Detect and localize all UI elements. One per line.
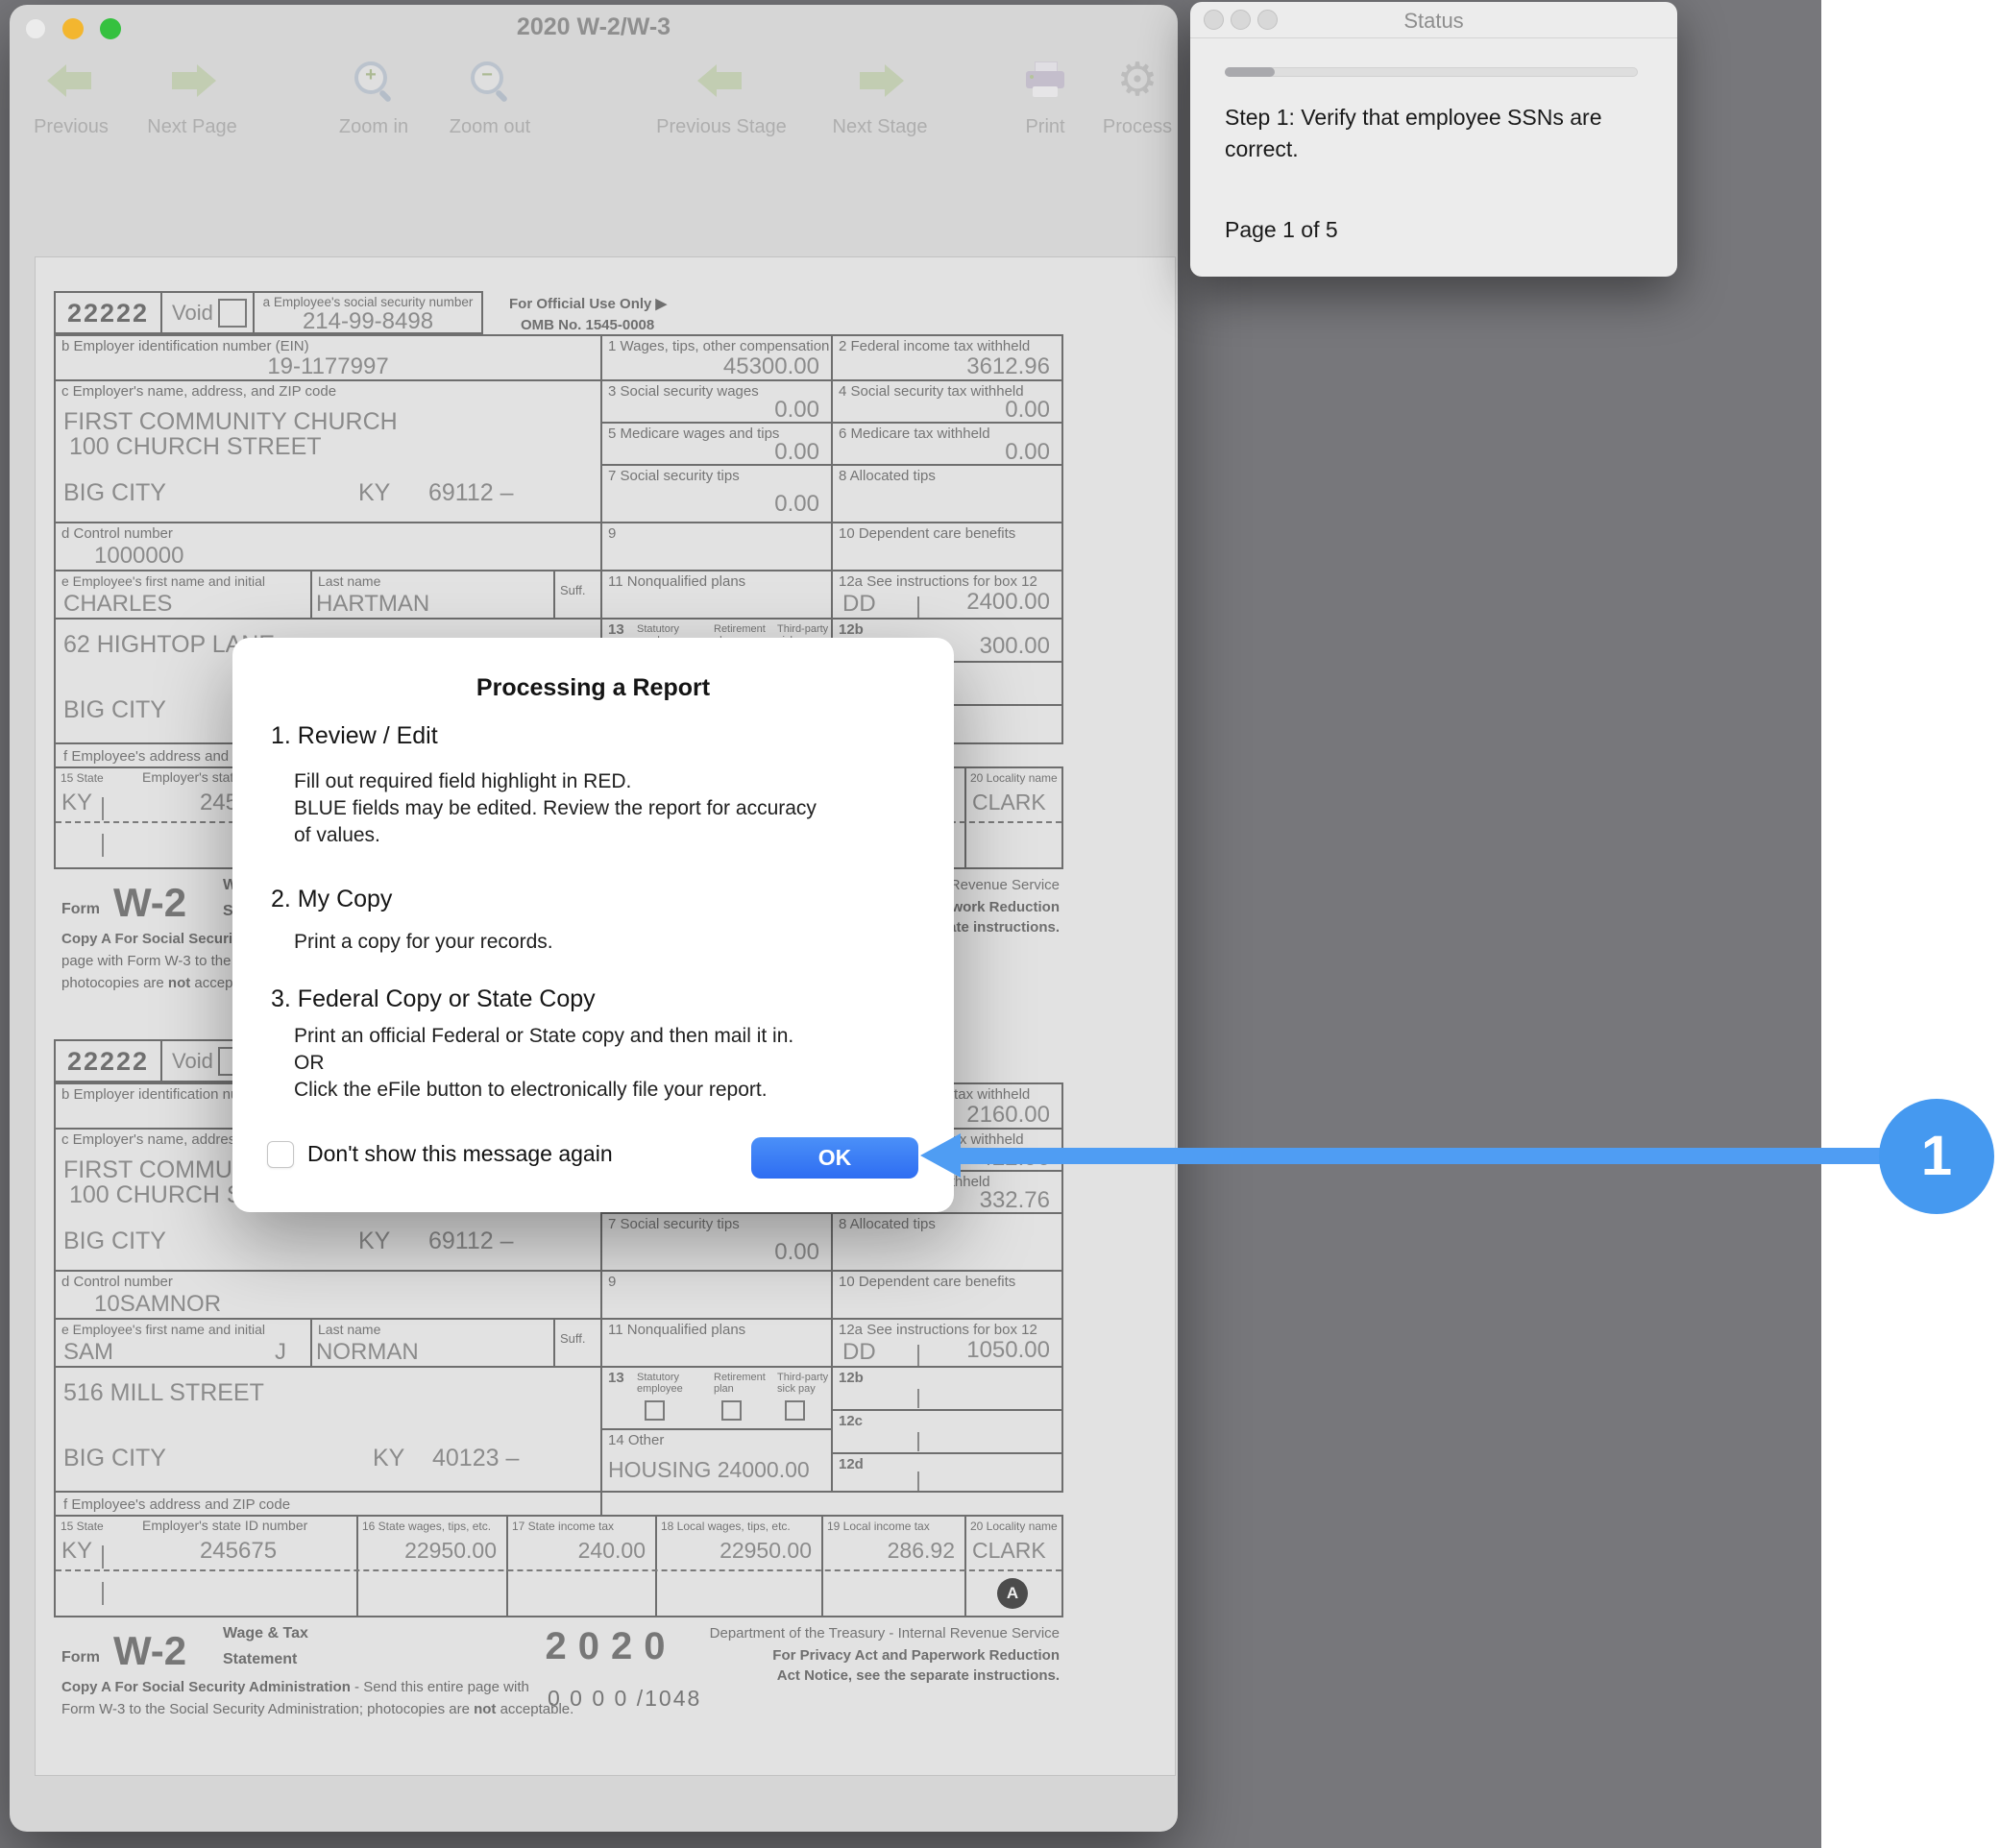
status-page-text: Page 1 of 5 bbox=[1225, 217, 1338, 243]
toolbar-label: Next Page bbox=[120, 116, 264, 138]
toolbar-label: Previous Stage bbox=[649, 116, 793, 138]
toolbar-button-zoom-out[interactable]: − Zoom out bbox=[418, 43, 562, 143]
toolbar-label: Process bbox=[1065, 116, 1209, 138]
dialog-title: Processing a Report bbox=[232, 674, 954, 702]
processing-dialog: Processing a Report 1. Review / Edit Fil… bbox=[232, 638, 954, 1212]
dialog-heading-3: 3. Federal Copy or State Copy bbox=[271, 985, 596, 1013]
toolbar-label: Zoom out bbox=[418, 116, 562, 138]
status-window: Status Step 1: Verify that employee SSNs… bbox=[1190, 2, 1677, 277]
progress-fill bbox=[1225, 67, 1275, 77]
arrow-left-icon bbox=[649, 49, 793, 112]
toolbar: Previous Next Page + Zoom in − Zoom out … bbox=[10, 43, 1178, 147]
progress-bar bbox=[1225, 67, 1638, 77]
dont-show-again-checkbox[interactable] bbox=[267, 1141, 294, 1168]
toolbar-button-previous-stage[interactable]: Previous Stage bbox=[649, 43, 793, 143]
dialog-body-1: Fill out required field highlight in RED… bbox=[294, 768, 817, 849]
arrow-right-icon bbox=[120, 49, 264, 112]
dialog-body-2: Print a copy for your records. bbox=[294, 929, 553, 956]
toolbar-button-next-page[interactable]: Next Page bbox=[120, 43, 264, 143]
dialog-heading-1: 1. Review / Edit bbox=[271, 722, 438, 750]
zoom-out-icon: − bbox=[418, 49, 562, 112]
gear-icon: ⚙ bbox=[1065, 49, 1209, 112]
toolbar-button-next-stage[interactable]: Next Stage bbox=[808, 43, 952, 143]
status-step-text: Step 1: Verify that employee SSNs are co… bbox=[1225, 102, 1657, 165]
main-titlebar: 2020 W-2/W-3 bbox=[10, 5, 1178, 43]
status-title: Status bbox=[1190, 9, 1677, 34]
ok-button[interactable]: OK bbox=[751, 1137, 918, 1179]
toolbar-button-process[interactable]: ⚙ Process bbox=[1065, 43, 1209, 143]
dialog-body-3: Print an official Federal or State copy … bbox=[294, 1023, 793, 1104]
window-title: 2020 W-2/W-3 bbox=[10, 13, 1178, 41]
status-titlebar: Status bbox=[1190, 2, 1677, 38]
dialog-heading-2: 2. My Copy bbox=[271, 886, 392, 913]
annotation-arrow-head bbox=[920, 1133, 961, 1178]
arrow-right-icon bbox=[808, 49, 952, 112]
annotation-arrow-shaft bbox=[959, 1148, 1883, 1164]
annotation-step-badge: 1 bbox=[1879, 1099, 1994, 1214]
dont-show-again-label: Don't show this message again bbox=[307, 1141, 613, 1167]
right-margin bbox=[1821, 0, 2000, 1848]
toolbar-label: Next Stage bbox=[808, 116, 952, 138]
